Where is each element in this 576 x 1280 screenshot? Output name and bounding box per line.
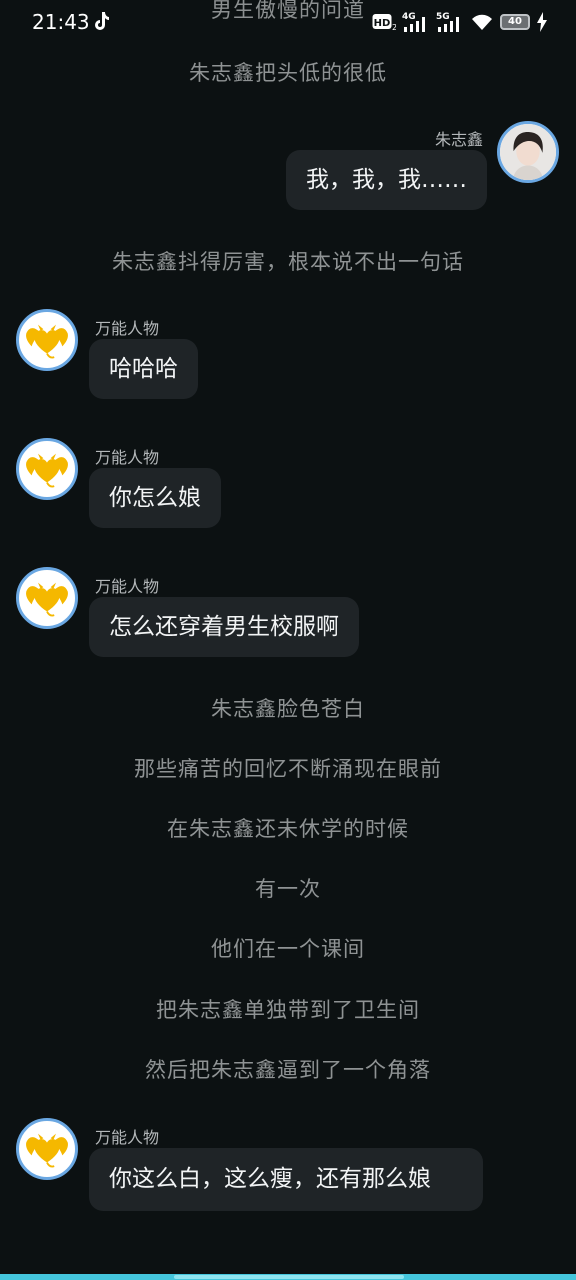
svg-text:2: 2 xyxy=(392,23,396,32)
status-time: 21:43 xyxy=(32,10,90,34)
message-bubble[interactable]: 哈哈哈 xyxy=(89,339,198,399)
narration-text: 在朱志鑫还未休学的时候 xyxy=(167,817,409,841)
narration-text: 把朱志鑫单独带到了卫生间 xyxy=(156,998,420,1022)
charging-bolt-icon xyxy=(537,12,547,32)
narration-text: 然后把朱志鑫逼到了一个角落 xyxy=(145,1058,431,1082)
winged-heart-avatar xyxy=(26,324,68,359)
battery-icon: 40 xyxy=(500,14,530,30)
narration-text: 朱志鑫把头低的很低 xyxy=(189,61,387,85)
signal-icon: 4G xyxy=(402,12,425,32)
message-bubble[interactable]: 你这么白，这么瘦，还有那么娘 xyxy=(89,1148,483,1211)
user-avatar[interactable] xyxy=(497,121,559,183)
home-indicator[interactable] xyxy=(174,1275,404,1279)
npc-avatar[interactable] xyxy=(16,567,78,629)
message-bubble[interactable]: 怎么还穿着男生校服啊 xyxy=(89,597,359,657)
sender-name: 朱志鑫 xyxy=(434,130,483,149)
svg-text:5G: 5G xyxy=(436,12,450,22)
signal-icon: 5G xyxy=(436,12,459,32)
message-bubble[interactable]: 我，我，我…… xyxy=(286,150,487,210)
narration-text: 朱志鑫脸色苍白 xyxy=(211,697,365,721)
narration-text: 他们在一个课间 xyxy=(211,937,365,961)
winged-heart-avatar xyxy=(26,453,68,488)
sender-name: 万能人物 xyxy=(95,1128,160,1147)
hd-icon: HD 2 xyxy=(372,14,396,32)
sender-name: 万能人物 xyxy=(95,319,160,338)
narration-text: 朱志鑫抖得厉害，根本说不出一句话 xyxy=(112,250,464,274)
status-bar: 21:43 HD 2 4G 5G 40 xyxy=(0,0,576,44)
wifi-icon xyxy=(472,14,492,30)
narration-text: 那些痛苦的回忆不断涌现在眼前 xyxy=(134,757,442,781)
npc-avatar[interactable] xyxy=(16,309,78,371)
status-icons: HD 2 4G 5G 40 xyxy=(372,10,548,34)
message-bubble[interactable]: 你怎么娘 xyxy=(89,468,221,528)
portrait-avatar xyxy=(500,124,556,180)
winged-heart-avatar xyxy=(26,1133,68,1168)
svg-text:4G: 4G xyxy=(402,12,416,22)
svg-text:HD: HD xyxy=(374,18,391,29)
chat-screen: 21:43 HD 2 4G 5G 40 男生傲慢的问道 朱志鑫把头低的很低 朱志… xyxy=(0,0,576,1280)
winged-heart-avatar xyxy=(26,582,68,617)
tiktok-icon xyxy=(95,12,109,30)
sender-name: 万能人物 xyxy=(95,448,160,467)
narration-text: 有一次 xyxy=(255,877,321,901)
sender-name: 万能人物 xyxy=(95,577,160,596)
npc-avatar[interactable] xyxy=(16,438,78,500)
npc-avatar[interactable] xyxy=(16,1118,78,1180)
